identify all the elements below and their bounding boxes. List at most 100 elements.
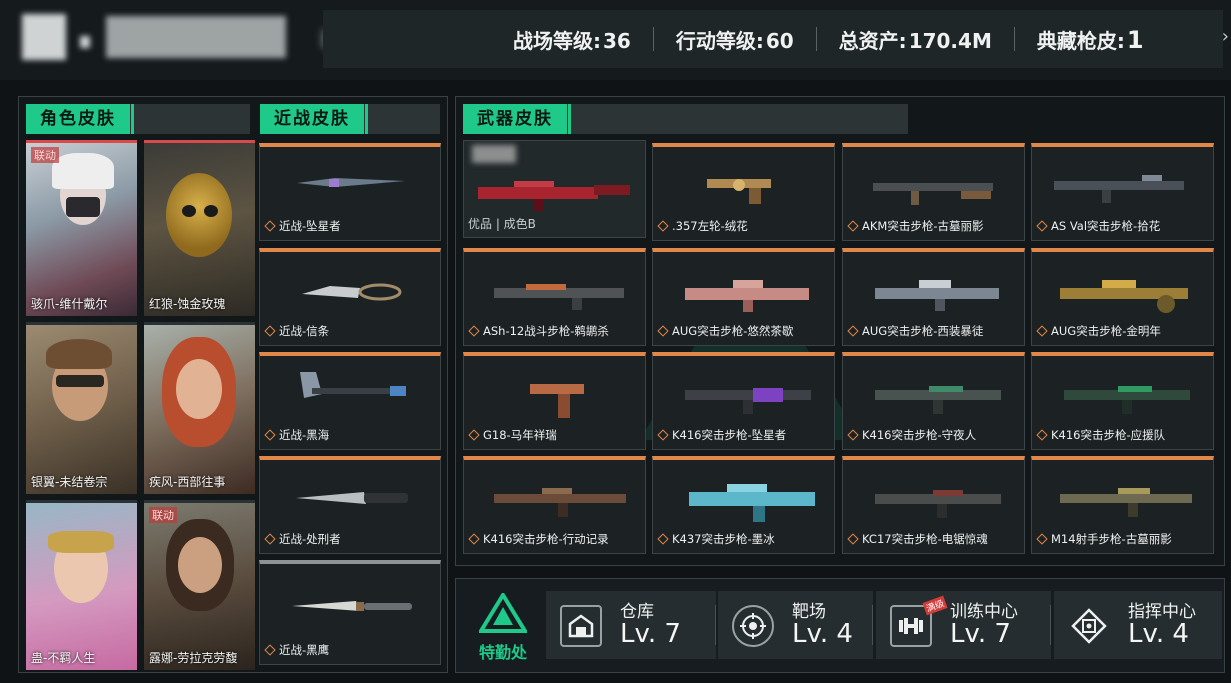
rifle-icon [685,388,811,414]
weapon-card[interactable]: ASh-12战斗步枪-鹈鹕杀 [463,248,646,346]
weapon-card[interactable]: K416突击步枪-守夜人 [842,352,1025,450]
facility-level: Lv. 7 [620,619,681,649]
weapon-card[interactable]: K437突击步枪-墨冰 [652,456,835,554]
rarity-diamond-icon [1036,429,1048,441]
special-ops-label: 特勤处 [478,643,527,662]
character-card-label: 疾风-西部往事 [149,475,226,489]
melee-card-label: 近战-黑海 [264,427,329,443]
facility-shooting-range[interactable]: 靶场 Lv. 4 [718,591,873,659]
melee-card-label: 近战-信条 [264,323,329,339]
rifle-icon [1060,488,1192,517]
axe-icon [300,372,406,398]
weapon-card[interactable]: K416突击步枪-应援队 [1031,352,1214,450]
weapon-card[interactable]: KC17突击步枪-电锯惊魂 [842,456,1025,554]
tab-melee-skins[interactable]: 近战皮肤 [260,104,440,134]
rarity-diamond-icon [264,644,276,656]
weapon-card[interactable]: M14射手步枪-古墓丽影 [1031,456,1214,554]
weapon-card[interactable]: AUG突击步枪-金明年 [1031,248,1214,346]
chevron-right-icon[interactable]: › [1222,26,1229,47]
character-card[interactable]: 联动 骇爪-维什戴尔 [26,140,137,316]
weapon-card[interactable]: K416突击步枪-行动记录 [463,456,646,554]
weapon-card-label: K416突击步枪-行动记录 [468,531,609,547]
character-card[interactable]: 疾风-西部往事 [144,322,255,494]
rifle-icon [494,284,624,310]
weapon-card[interactable]: AS Val突击步枪-拾花 [1031,143,1214,241]
weapon-card[interactable]: AUG突击步枪-西装暴徒 [842,248,1025,346]
character-card-label: 红狼-蚀金玫瑰 [149,297,226,311]
melee-card-label: 近战-黑鹰 [264,642,329,658]
character-card-label: 蛊-不羁人生 [31,651,96,665]
weapon-card-label: K416突击步枪-守夜人 [847,427,976,443]
knife-icon [296,492,408,504]
rifle-icon [1064,386,1190,414]
pistol-icon [707,179,771,204]
weapon-card-label: KC17突击步枪-电锯惊魂 [847,531,988,547]
character-card-label: 骇爪-维什戴尔 [31,297,108,311]
weapon-card[interactable]: .357左轮-绒花 [652,143,835,241]
target-icon [732,605,774,647]
character-card-label: 银翼-未结卷宗 [31,475,108,489]
rifle-icon [685,280,809,312]
facility-level: Lv. 4 [1128,619,1189,649]
knife-icon [302,283,402,301]
knife-icon [297,178,405,187]
tab-character-skins[interactable]: 角色皮肤 [26,104,250,134]
tab-weapon-skins[interactable]: 武器皮肤 [463,104,908,134]
weapon-card[interactable]: AUG突击步枪-悠然茶歇 [652,248,835,346]
pistol-icon [530,384,584,418]
melee-card[interactable]: 近战-坠星者 [259,143,441,241]
stat-operation-level: 行动等级: 60 [675,28,794,53]
rarity-diamond-icon [468,429,480,441]
collab-badge: 联动 [149,507,177,523]
player-avatar-blurred [22,10,292,62]
weapon-quality: 优品 | 成色B [468,217,536,231]
divider [872,605,873,645]
blurred-badge [472,145,516,163]
facility-command-center[interactable]: 指挥中心 Lv. 4 [1054,591,1222,659]
rarity-diamond-icon [264,429,276,441]
rifle-icon [875,386,1001,414]
rarity-diamond-icon [847,220,859,232]
weapon-card-label: M14射手步枪-古墓丽影 [1036,531,1172,547]
rifle-icon [689,484,815,522]
rarity-diamond-icon [847,429,859,441]
weapon-card-label: AUG突击步枪-金明年 [1036,323,1161,339]
melee-card[interactable]: 近战-黑鹰 [259,560,441,665]
weapon-card[interactable]: AKM突击步枪-古墓丽影 [842,143,1025,241]
character-card[interactable]: 蛊-不羁人生 [26,500,137,670]
rarity-diamond-icon [847,533,859,545]
weapon-skins-title: 武器皮肤 [463,104,571,134]
weapon-card-featured[interactable]: 优品 | 成色B [463,140,646,238]
rarity-diamond-icon [1036,220,1048,232]
rifle-icon [494,488,626,517]
weapon-card-label: K416突击步枪-应援队 [1036,427,1165,443]
rifle-icon [873,183,993,205]
melee-card[interactable]: 近战-黑海 [259,352,441,450]
rarity-diamond-icon [468,325,480,337]
character-card[interactable]: 红狼-蚀金玫瑰 [144,140,255,316]
rarity-diamond-icon [657,220,669,232]
collab-badge: 联动 [31,147,59,163]
profile-header: 战场等级: 36 行动等级: 60 总资产: 170.4M 典藏枪皮: 1 › [0,0,1231,80]
rarity-diamond-icon [657,325,669,337]
rarity-diamond-icon [657,533,669,545]
character-card[interactable]: 银翼-未结卷宗 [26,322,137,494]
warehouse-icon [560,605,602,647]
melee-card-label: 近战-坠星者 [264,218,341,234]
melee-card[interactable]: 近战-处刑者 [259,456,441,554]
weapon-card-label: .357左轮-绒花 [657,218,748,234]
weapon-card-label: AKM突击步枪-古墓丽影 [847,218,983,234]
melee-card[interactable]: 近战-信条 [259,248,441,346]
stat-collection-skins: 典藏枪皮: 1 [1036,25,1144,54]
facility-warehouse[interactable]: 仓库 Lv. 7 [546,591,716,659]
character-card[interactable]: 联动 露娜-劳拉克劳馥 [144,500,255,670]
weapon-card-label: G18-马年祥瑞 [468,427,557,443]
rarity-diamond-icon [264,220,276,232]
weapon-card[interactable]: K416突击步枪-坠星者 [652,352,835,450]
special-ops-department[interactable]: 特勤处 [468,591,538,663]
facility-training-center[interactable]: 满级 训练中心 Lv. 7 [876,591,1051,659]
weapon-card-label: AUG突击步枪-西装暴徒 [847,323,983,339]
rifle-icon [875,280,999,311]
weapon-card[interactable]: G18-马年祥瑞 [463,352,646,450]
rifle-icon [1060,280,1188,313]
